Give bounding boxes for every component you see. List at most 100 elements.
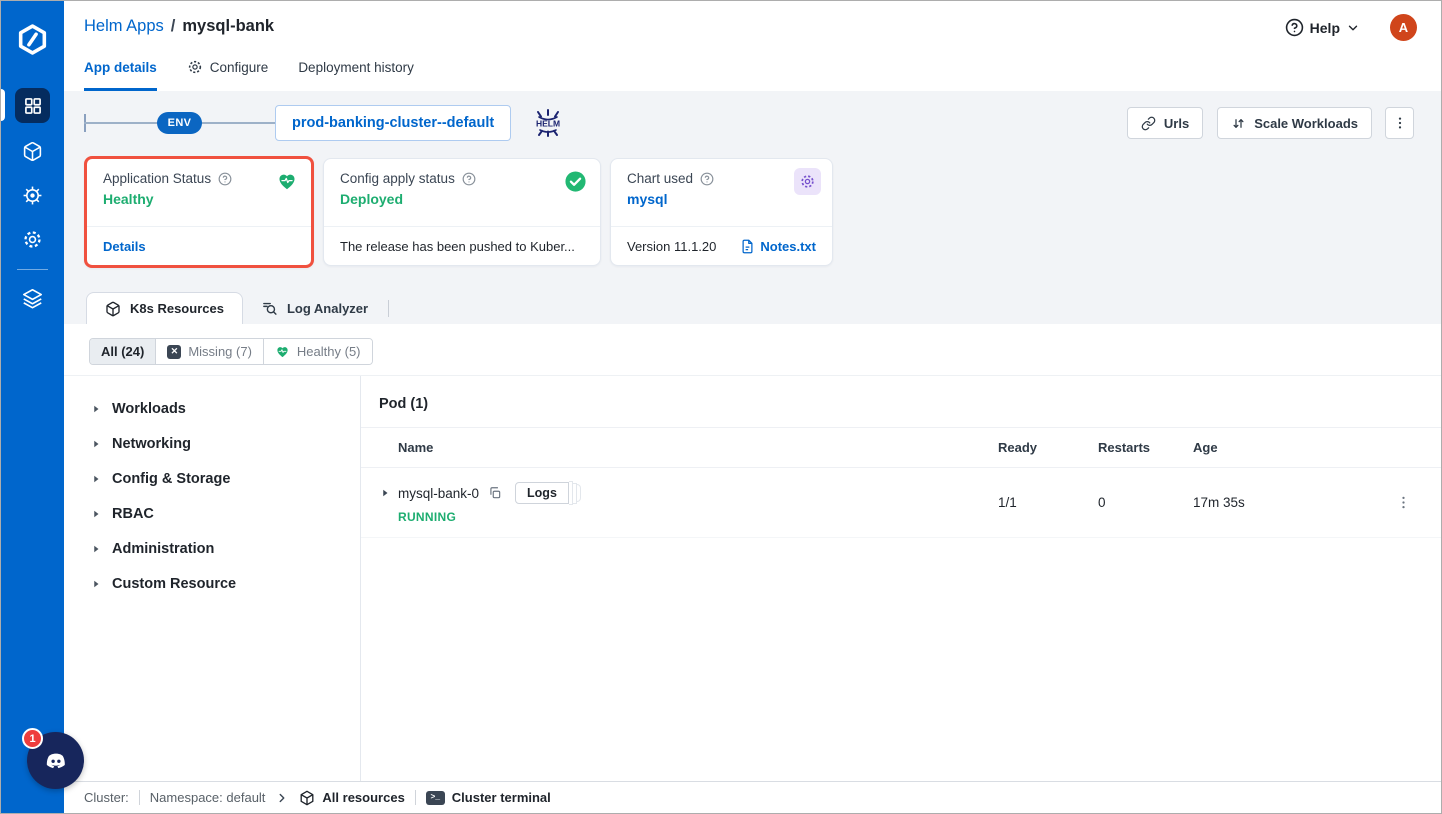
tree-item-label: Workloads — [112, 401, 186, 417]
all-resources-label: All resources — [322, 790, 404, 805]
row-kebab-menu-button[interactable] — [1395, 494, 1412, 511]
healthy-heart-icon — [276, 170, 298, 192]
deployed-check-icon — [564, 170, 587, 193]
tree-item-custom-resource[interactable]: Custom Resource — [64, 566, 360, 601]
app-overview-section: ENV prod-banking-cluster--default HELM — [64, 91, 1441, 292]
filter-all[interactable]: All (24) — [90, 339, 156, 364]
tab-k8s-resources-label: K8s Resources — [130, 301, 224, 316]
config-apply-status-card: Config apply status — [323, 158, 601, 266]
configure-gear-icon — [187, 59, 203, 75]
chart-helm-icon — [794, 168, 821, 195]
column-name: Name — [379, 440, 998, 455]
application-status-details-link[interactable]: Details — [103, 239, 146, 254]
tree-item-label: Custom Resource — [112, 576, 236, 592]
page-header: Helm Apps / mysql-bank App details Confi… — [64, 1, 1441, 91]
column-ready: Ready — [998, 440, 1098, 455]
discord-icon — [41, 746, 71, 776]
resource-filterbar: All (24) ✕ Missing (7) Healthy — [64, 324, 1441, 376]
pod-ready-value: 1/1 — [998, 495, 1098, 510]
notes-txt-link[interactable]: Notes.txt — [760, 239, 816, 254]
tree-item-rbac[interactable]: RBAC — [64, 496, 360, 531]
tree-item-networking[interactable]: Networking — [64, 426, 360, 461]
chat-support-button[interactable]: 1 — [27, 732, 84, 789]
row-expand-caret-icon[interactable] — [379, 487, 391, 499]
status-cards-row: Application Status — [84, 158, 1414, 268]
help-label: Help — [1310, 20, 1340, 36]
pod-table-panel: Pod (1) Name Ready Restarts Age — [361, 376, 1441, 781]
all-resources-link[interactable]: All resources — [299, 790, 404, 806]
tree-item-administration[interactable]: Administration — [64, 531, 360, 566]
logs-button[interactable]: Logs — [515, 482, 569, 504]
tree-item-workloads[interactable]: Workloads — [64, 391, 360, 426]
namespace-selector[interactable]: Namespace: default — [150, 790, 266, 805]
scale-workloads-button[interactable]: Scale Workloads — [1217, 107, 1372, 139]
urls-button[interactable]: Urls — [1127, 107, 1203, 139]
tab-log-analyzer-label: Log Analyzer — [287, 301, 368, 316]
app-window: 1 Helm Apps / mysql-bank App details — [0, 0, 1442, 814]
chart-used-help-icon[interactable] — [700, 172, 714, 186]
tree-item-label: Administration — [112, 541, 214, 557]
env-connector: ENV — [84, 105, 275, 141]
tab-k8s-resources[interactable]: K8s Resources — [86, 292, 243, 324]
config-apply-status-help-icon[interactable] — [462, 172, 476, 186]
pod-restarts-value: 0 — [1098, 495, 1193, 510]
sidebar-item-resource-browser[interactable] — [15, 134, 50, 169]
caret-right-icon — [90, 403, 102, 415]
help-circle-icon — [1285, 18, 1304, 37]
application-status-card: Application Status — [84, 156, 314, 268]
filter-healthy-label: Healthy (5) — [297, 344, 361, 359]
tab-app-details[interactable]: App details — [84, 56, 157, 91]
caret-right-icon — [90, 508, 102, 520]
cluster-terminal-label: Cluster terminal — [452, 790, 551, 805]
config-apply-status-message: The release has been pushed to Kuber... — [340, 239, 575, 254]
caret-right-icon — [90, 578, 102, 590]
help-menu-button[interactable]: Help — [1285, 18, 1360, 37]
sidebar-item-applications[interactable] — [15, 88, 50, 123]
caret-right-icon — [90, 473, 102, 485]
filter-healthy[interactable]: Healthy (5) — [264, 339, 372, 364]
sidebar-item-chart-store[interactable] — [15, 178, 50, 213]
env-pill-label: ENV — [157, 112, 202, 134]
tab-log-analyzer[interactable]: Log Analyzer — [243, 292, 386, 324]
breadcrumb: Helm Apps / mysql-bank — [84, 17, 274, 36]
helm-logo-icon: HELM — [531, 108, 565, 138]
environment-selector[interactable]: prod-banking-cluster--default — [275, 105, 511, 141]
more-actions-kebab-button[interactable] — [1385, 107, 1414, 139]
user-avatar[interactable]: A — [1390, 14, 1417, 41]
table-row: mysql-bank-0 Logs — [361, 468, 1441, 538]
config-apply-status-value: Deployed — [340, 191, 586, 207]
tab-app-details-label: App details — [84, 60, 157, 75]
file-icon — [740, 239, 755, 254]
k8s-cube-icon — [105, 301, 121, 317]
tab-configure[interactable]: Configure — [187, 56, 269, 91]
devtron-logo-icon[interactable] — [16, 23, 49, 56]
caret-right-icon — [90, 438, 102, 450]
status-filter-group: All (24) ✕ Missing (7) Healthy — [89, 338, 373, 365]
resource-tabbar: K8s Resources Log Analyzer — [64, 292, 1441, 324]
breadcrumb-app-name: mysql-bank — [182, 17, 274, 36]
sidebar-item-stack-manager[interactable] — [15, 281, 50, 316]
missing-icon: ✕ — [167, 345, 181, 359]
chart-version-text: Version 11.1.20 — [627, 239, 716, 254]
caret-right-icon — [90, 543, 102, 555]
application-status-title: Application Status — [103, 171, 211, 186]
scale-workloads-label: Scale Workloads — [1254, 116, 1358, 131]
breadcrumb-helm-apps-link[interactable]: Helm Apps — [84, 17, 164, 36]
environment-row: ENV prod-banking-cluster--default HELM — [84, 105, 1414, 141]
grid-icon — [23, 96, 43, 116]
filter-all-label: All (24) — [101, 344, 144, 359]
cluster-terminal-link[interactable]: >_ Cluster terminal — [426, 790, 551, 805]
application-status-help-icon[interactable] — [218, 172, 232, 186]
tree-item-config-storage[interactable]: Config & Storage — [64, 461, 360, 496]
filter-missing[interactable]: ✕ Missing (7) — [156, 339, 264, 364]
column-age: Age — [1193, 440, 1383, 455]
chevron-down-icon — [1346, 21, 1360, 35]
terminal-icon: >_ — [426, 791, 445, 805]
log-search-icon — [261, 300, 278, 317]
copy-icon[interactable] — [488, 486, 502, 500]
pod-table-title: Pod (1) — [361, 396, 1441, 412]
tab-deployment-history[interactable]: Deployment history — [298, 56, 414, 91]
application-status-value: Healthy — [103, 191, 297, 207]
statusbar-divider — [415, 790, 416, 805]
sidebar-item-global-config[interactable] — [15, 222, 50, 257]
